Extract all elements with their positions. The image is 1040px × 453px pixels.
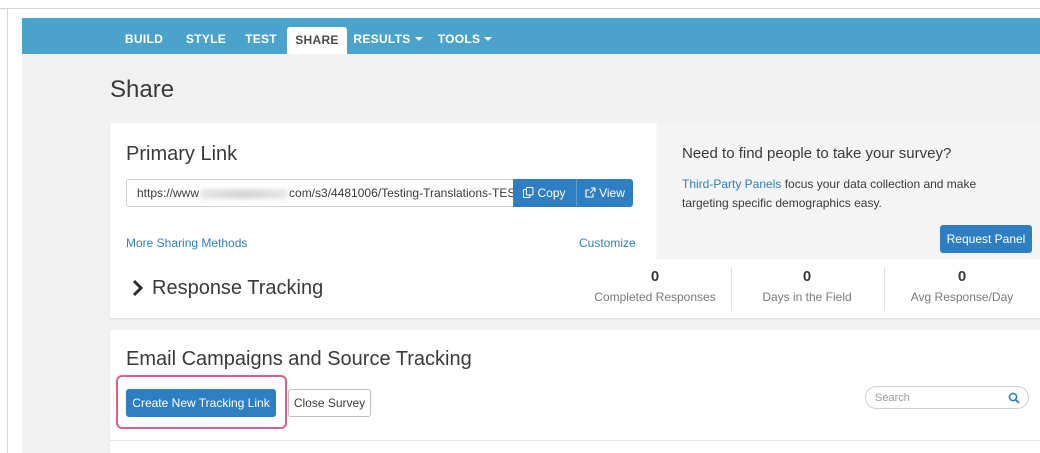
email-campaigns-title: Email Campaigns and Source Tracking [126, 348, 472, 370]
third-party-panels-link[interactable]: Third-Party Panels [682, 177, 781, 191]
chevron-down-icon [414, 36, 423, 41]
create-new-tracking-link-button[interactable]: Create New Tracking Link [126, 389, 276, 417]
request-panel-button[interactable]: Request Panel [940, 225, 1032, 253]
email-campaigns-card: Email Campaigns and Source Tracking Crea… [110, 330, 1040, 453]
chevron-down-icon [484, 36, 493, 41]
chevron-right-icon[interactable] [132, 279, 144, 297]
more-sharing-methods-link[interactable]: More Sharing Methods [126, 236, 247, 250]
screenshot-frame: BUILD STYLE TEST SHARE RESULTS TOOLS Sha… [0, 0, 1040, 453]
top-navbar: BUILD STYLE TEST SHARE RESULTS TOOLS [22, 18, 1040, 54]
tab-share[interactable]: SHARE [287, 27, 347, 54]
tab-test[interactable]: TEST [239, 18, 283, 54]
primary-link-card: Primary Link https://www com/s3/4481006/T… [110, 123, 657, 260]
stat-days-in-field: 0 Days in the Field [762, 268, 852, 304]
url-suffix: com/s3/4481006/Testing-Translations-TEST [289, 186, 513, 200]
section-divider [110, 440, 1040, 441]
promo-heading: Need to find people to take your survey? [682, 145, 952, 162]
frame-border-top [0, 8, 1040, 9]
response-tracking-title: Response Tracking [152, 277, 324, 299]
panel-promo-card: Need to find people to take your survey?… [657, 123, 1040, 260]
tab-style[interactable]: STYLE [179, 18, 233, 54]
promo-text: Third-Party Panels focus your data colle… [682, 177, 977, 210]
copy-button[interactable]: Copy [513, 179, 577, 207]
app-window: BUILD STYLE TEST SHARE RESULTS TOOLS Sha… [22, 18, 1040, 453]
copy-icon [523, 180, 534, 208]
search-icon[interactable] [1008, 392, 1020, 404]
page-title: Share [110, 76, 175, 103]
search-input[interactable] [875, 390, 1005, 406]
stat-completed-responses: 0 Completed Responses [594, 268, 716, 304]
stat-divider [884, 267, 885, 311]
stat-avg-response-per-day: 0 Avg Response/Day [910, 268, 1014, 304]
tab-build[interactable]: BUILD [117, 18, 171, 54]
view-button[interactable]: View [577, 179, 633, 207]
url-prefix: https://www [137, 186, 200, 200]
external-link-icon [585, 180, 596, 208]
redacted-domain [200, 188, 289, 199]
tab-tools[interactable]: TOOLS [434, 18, 496, 54]
response-tracking-card[interactable]: Response Tracking 0 Completed Responses … [110, 259, 1040, 318]
tab-results[interactable]: RESULTS [353, 18, 423, 54]
primary-link-heading: Primary Link [126, 143, 238, 165]
primary-link-url-field[interactable]: https://www com/s3/4481006/Testing-Transl… [126, 179, 513, 207]
search-box [865, 386, 1029, 409]
frame-border-left [7, 8, 8, 453]
customize-link[interactable]: Customize [579, 236, 636, 250]
close-survey-button[interactable]: Close Survey [288, 389, 371, 417]
